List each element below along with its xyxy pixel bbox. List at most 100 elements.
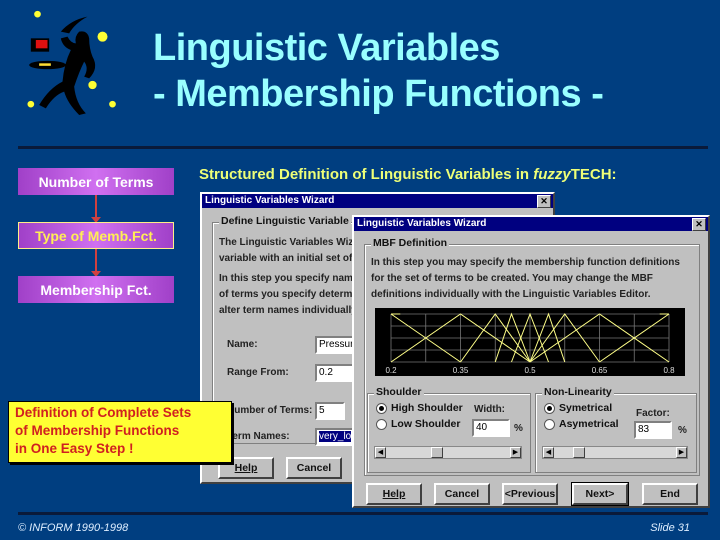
- subtitle-brand-italic: fuzzy: [533, 166, 571, 183]
- description-text: alter term names individually: [219, 305, 357, 316]
- title-bar: Linguistic Variables Wizard ✕: [202, 194, 553, 208]
- slide-subtitle: Structured Definition of Linguistic Vari…: [199, 166, 617, 183]
- percent-unit: %: [678, 425, 687, 436]
- symetrical-radio[interactable]: Symetrical: [544, 402, 612, 414]
- callout-line: Definition of Complete Sets: [15, 405, 192, 420]
- asymetrical-radio[interactable]: Asymetrical: [544, 418, 619, 430]
- width-label: Width:: [474, 404, 506, 415]
- flow-step-type-of-memb-fct: Type of Memb.Fct.: [18, 222, 174, 249]
- copyright-footer: © INFORM 1990-1998: [18, 522, 129, 534]
- width-slider[interactable]: ◀ ▶: [374, 446, 522, 459]
- cancel-button[interactable]: Cancel: [434, 483, 490, 505]
- wizard-dialog-mbf-definition: Linguistic Variables Wizard ✕ MBF Definit…: [352, 215, 710, 508]
- description-text: In this step you may specify the members…: [371, 257, 680, 268]
- scroll-left-icon[interactable]: ◀: [375, 447, 386, 458]
- term-names-label: Term Names:: [227, 431, 290, 442]
- previous-button[interactable]: <Previous: [502, 483, 558, 505]
- radio-indicator: [544, 418, 555, 430]
- percent-unit: %: [514, 423, 523, 434]
- button-label: Help: [234, 462, 258, 474]
- shoulder-group: Shoulder High Shoulder Low Shoulder Widt…: [367, 386, 531, 473]
- description-text: In this step you specify nam: [219, 273, 353, 284]
- width-input[interactable]: 40: [472, 419, 510, 437]
- cancel-button[interactable]: Cancel: [286, 457, 342, 479]
- radio-indicator: [376, 418, 387, 430]
- high-shoulder-radio[interactable]: High Shoulder: [376, 402, 463, 414]
- description-text: for the set of terms to be created. You …: [371, 273, 653, 284]
- factor-slider[interactable]: ◀ ▶: [542, 446, 688, 459]
- x-tick-label: 0.2: [385, 366, 397, 375]
- subtitle-text: Structured Definition of Linguistic Vari…: [199, 166, 534, 183]
- field-value: 83: [638, 424, 650, 435]
- number-of-terms-input[interactable]: 5: [315, 402, 345, 420]
- x-tick-label: 0.35: [453, 366, 469, 375]
- title-line-2: - Membership Functions -: [153, 73, 604, 115]
- mbf-preview-chart: 0.2 0.35 0.5 0.65 0.8: [375, 308, 685, 376]
- description-text: definitions individually with the Lingui…: [371, 289, 651, 300]
- title-bar: Linguistic Variables Wizard ✕: [354, 217, 708, 231]
- range-from-label: Range From:: [227, 367, 289, 378]
- subtitle-brand: TECH:: [570, 166, 617, 183]
- group-label: Non-Linearity: [542, 386, 614, 398]
- group-label: Define Linguistic Variable: [219, 215, 351, 227]
- name-label: Name:: [227, 339, 258, 350]
- description-text: variable with an initial set of: [219, 253, 353, 264]
- field-value: Pressur: [319, 339, 354, 350]
- scroll-left-icon[interactable]: ◀: [543, 447, 554, 458]
- radio-indicator: [544, 402, 555, 414]
- low-shoulder-radio[interactable]: Low Shoulder: [376, 418, 460, 430]
- group-label: Shoulder: [374, 386, 424, 398]
- callout-line: in One Easy Step !: [15, 441, 134, 456]
- help-button[interactable]: Help: [366, 483, 422, 505]
- radio-label: Asymetrical: [559, 418, 619, 430]
- description-text: The Linguistic Variables Wiz: [219, 237, 354, 248]
- callout-line: of Membership Functions: [15, 423, 180, 438]
- flow-arrow: [91, 249, 101, 277]
- star-icon: [88, 80, 97, 90]
- flow-step-label: Number of Terms: [38, 173, 154, 190]
- x-tick-label: 0.65: [592, 366, 608, 375]
- slider-thumb[interactable]: [430, 447, 443, 458]
- window-title: Linguistic Variables Wizard: [205, 195, 335, 206]
- mbf-definition-group: MBF Definition In this step you may spec…: [364, 237, 700, 476]
- group-label: MBF Definition: [371, 237, 450, 249]
- title-line-1: Linguistic Variables: [153, 27, 500, 69]
- non-linearity-group: Non-Linearity Symetrical Asymetrical Fac…: [535, 386, 697, 473]
- x-tick-label: 0.8: [663, 366, 675, 375]
- window-title: Linguistic Variables Wizard: [357, 218, 487, 229]
- field-value: very_lo: [319, 431, 352, 442]
- callout-note: Definition of Complete Sets of Membershi…: [8, 401, 232, 463]
- flow-arrow: [91, 195, 101, 223]
- slide-title: Linguistic Variables - Membership Functi…: [153, 25, 604, 117]
- radio-label: High Shoulder: [391, 402, 463, 414]
- inform-logo: [27, 10, 116, 115]
- field-value: 5: [319, 405, 325, 416]
- next-button[interactable]: Next>: [571, 482, 629, 506]
- field-value: 40: [476, 422, 488, 433]
- star-icon: [109, 100, 116, 108]
- radio-label: Low Shoulder: [391, 418, 461, 430]
- scroll-right-icon[interactable]: ▶: [676, 447, 687, 458]
- divider-bottom: [18, 512, 708, 515]
- star-icon: [97, 31, 108, 42]
- flow-step-label: Membership Fct.: [40, 281, 152, 298]
- description-text: of terms you specify determi: [219, 289, 356, 300]
- x-tick-label: 0.5: [524, 366, 536, 375]
- flow-step-number-of-terms: Number of Terms: [18, 168, 174, 195]
- slider-thumb[interactable]: [572, 447, 585, 458]
- close-icon[interactable]: ✕: [692, 218, 706, 231]
- number-of-terms-label: Number of Terms:: [227, 405, 313, 416]
- factor-input[interactable]: 83: [634, 421, 672, 439]
- radio-indicator: [376, 402, 387, 414]
- divider-top: [18, 146, 708, 149]
- factor-label: Factor:: [636, 408, 670, 419]
- button-label: Help: [382, 488, 406, 500]
- end-button[interactable]: End: [642, 483, 698, 505]
- slide-number: Slide 31: [650, 522, 690, 534]
- close-icon[interactable]: ✕: [537, 195, 551, 208]
- star-icon: [34, 10, 41, 18]
- field-value: 0.2: [319, 367, 333, 378]
- radio-label: Symetrical: [559, 402, 613, 414]
- star-icon: [27, 100, 35, 108]
- scroll-right-icon[interactable]: ▶: [510, 447, 521, 458]
